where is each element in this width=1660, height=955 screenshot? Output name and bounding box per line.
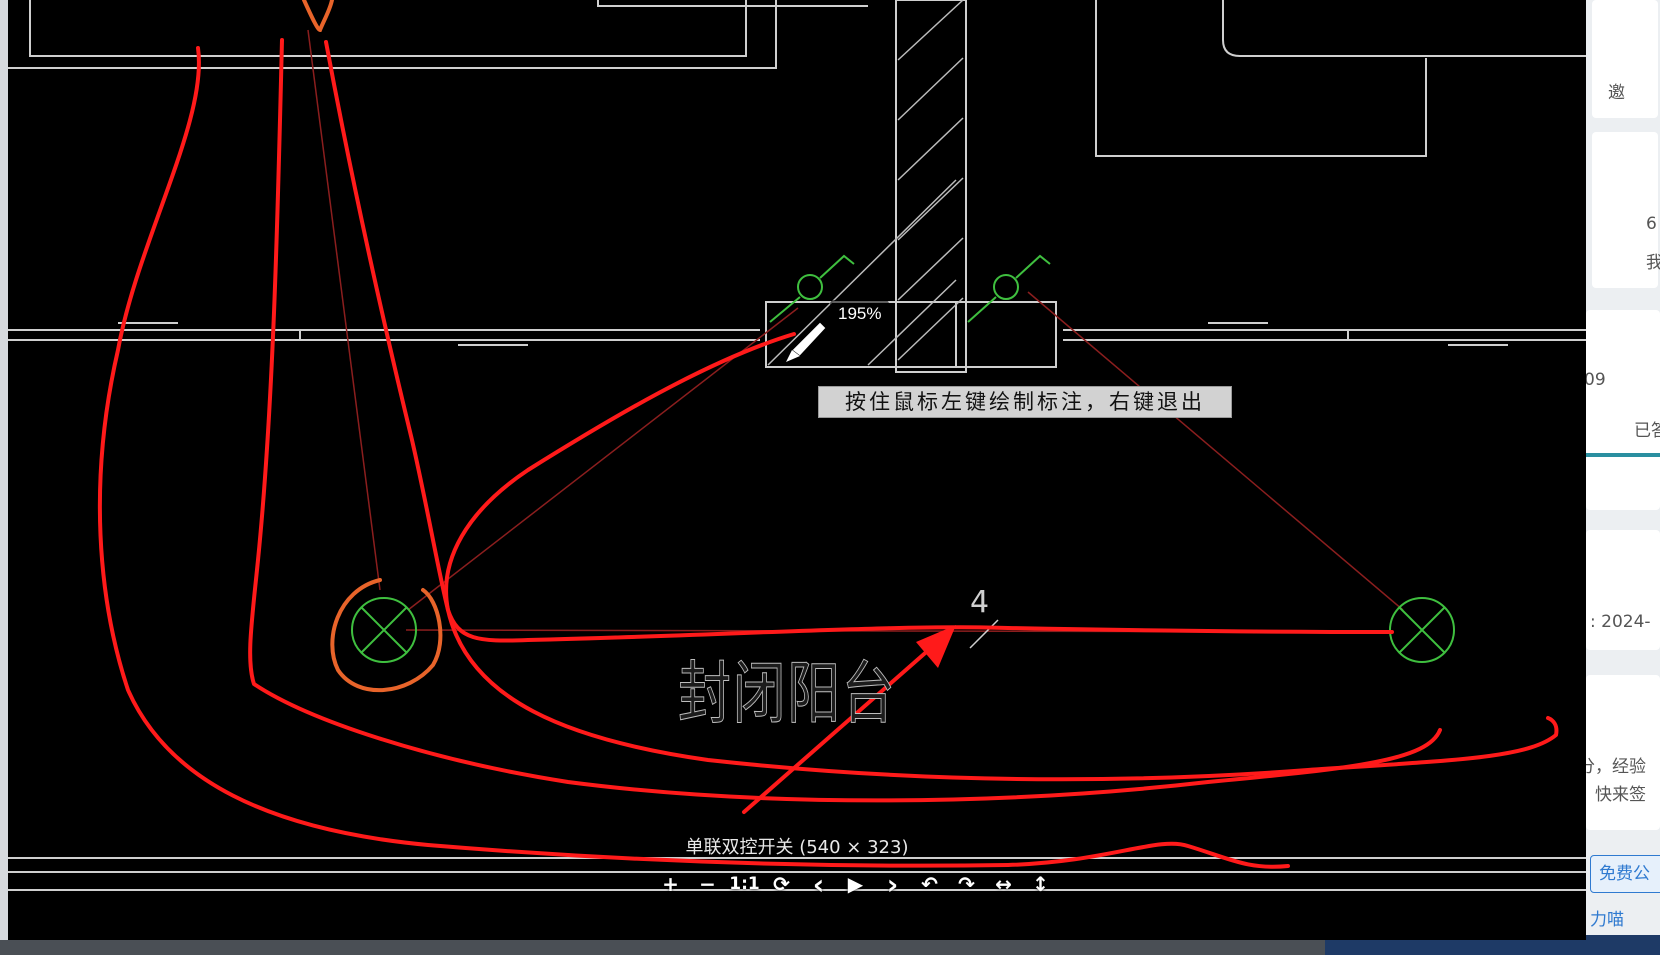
free-consult-button[interactable]: 免费公	[1590, 855, 1660, 893]
rotate-left-button[interactable]: ↶	[911, 866, 948, 902]
zoom-level-badge: 195%	[830, 300, 890, 328]
play-icon: ▶	[847, 872, 864, 896]
orange-circle-annotation	[302, 0, 443, 692]
wire-count-tick	[969, 619, 999, 649]
refresh-icon: ⟳	[773, 872, 790, 896]
background-card	[1592, 0, 1658, 118]
flip-horizontal-button[interactable]: ↔	[985, 866, 1022, 902]
switch-symbol-left	[797, 274, 823, 300]
background-text: 已答	[1634, 421, 1660, 441]
rotate-right-icon: ↷	[958, 872, 975, 896]
fixtures	[351, 254, 1455, 663]
background-text: ] : 2024-	[1586, 612, 1651, 632]
background-text: 我	[1646, 253, 1660, 273]
background-tab-underline	[1586, 453, 1660, 457]
prev-button[interactable]: ‹	[800, 866, 837, 902]
image-viewer[interactable]: 4 195% 按住鼠标左键绘制标注，右键退出 封闭阳台 单联双控开关 (540 …	[8, 0, 1586, 940]
chevron-left-icon: ‹	[812, 867, 825, 901]
background-page-left-edge	[0, 0, 8, 955]
image-caption: 单联双控开关 (540 × 323)	[685, 837, 909, 858]
background-text: 09	[1586, 370, 1606, 390]
background-text: 分，经验	[1586, 757, 1646, 777]
flip-vertical-button[interactable]: ↕	[1022, 866, 1059, 902]
rotate-right-button[interactable]: ↷	[948, 866, 985, 902]
background-text: ，快来签	[1586, 785, 1646, 805]
rotate-left-icon: ↶	[921, 872, 938, 896]
background-web-page: 邀 6 我 09 已答 ] : 2024- 分，经验 ，快来签	[1586, 0, 1660, 955]
wire-count-mark: 4	[970, 585, 989, 620]
zoom-out-button[interactable]: −	[689, 866, 726, 902]
play-button[interactable]: ▶	[837, 866, 874, 902]
viewer-toolbar: + − 1:1 ⟳ ‹ ▶ › ↶ ↷ ↔ ↕	[652, 866, 1059, 902]
rotate-button[interactable]: ⟳	[763, 866, 800, 902]
actual-size-button[interactable]: 1:1	[726, 866, 763, 902]
flip-vertical-icon: ↕	[1032, 872, 1049, 896]
background-card	[1586, 310, 1660, 510]
float-sub-label: 力喵	[1590, 910, 1624, 930]
background-card	[1586, 530, 1660, 650]
switch-symbol-right	[993, 274, 1019, 300]
actual-size-icon: 1:1	[729, 874, 760, 894]
minus-icon: −	[699, 872, 716, 896]
background-text: 6	[1646, 214, 1657, 234]
cad-drawing-image: 4	[8, 0, 1586, 891]
red-freehand-annotations	[97, 38, 1559, 869]
chevron-right-icon: ›	[886, 867, 899, 901]
room-label: 封闭阳台	[678, 655, 897, 735]
cad-walls	[8, 0, 1586, 891]
flip-horizontal-icon: ↔	[995, 872, 1012, 896]
plus-icon: +	[662, 872, 679, 896]
zoom-in-button[interactable]: +	[652, 866, 689, 902]
cad-command-tooltip: 按住鼠标左键绘制标注，右键退出	[818, 386, 1232, 418]
next-button[interactable]: ›	[874, 866, 911, 902]
background-text: 邀	[1608, 83, 1625, 103]
